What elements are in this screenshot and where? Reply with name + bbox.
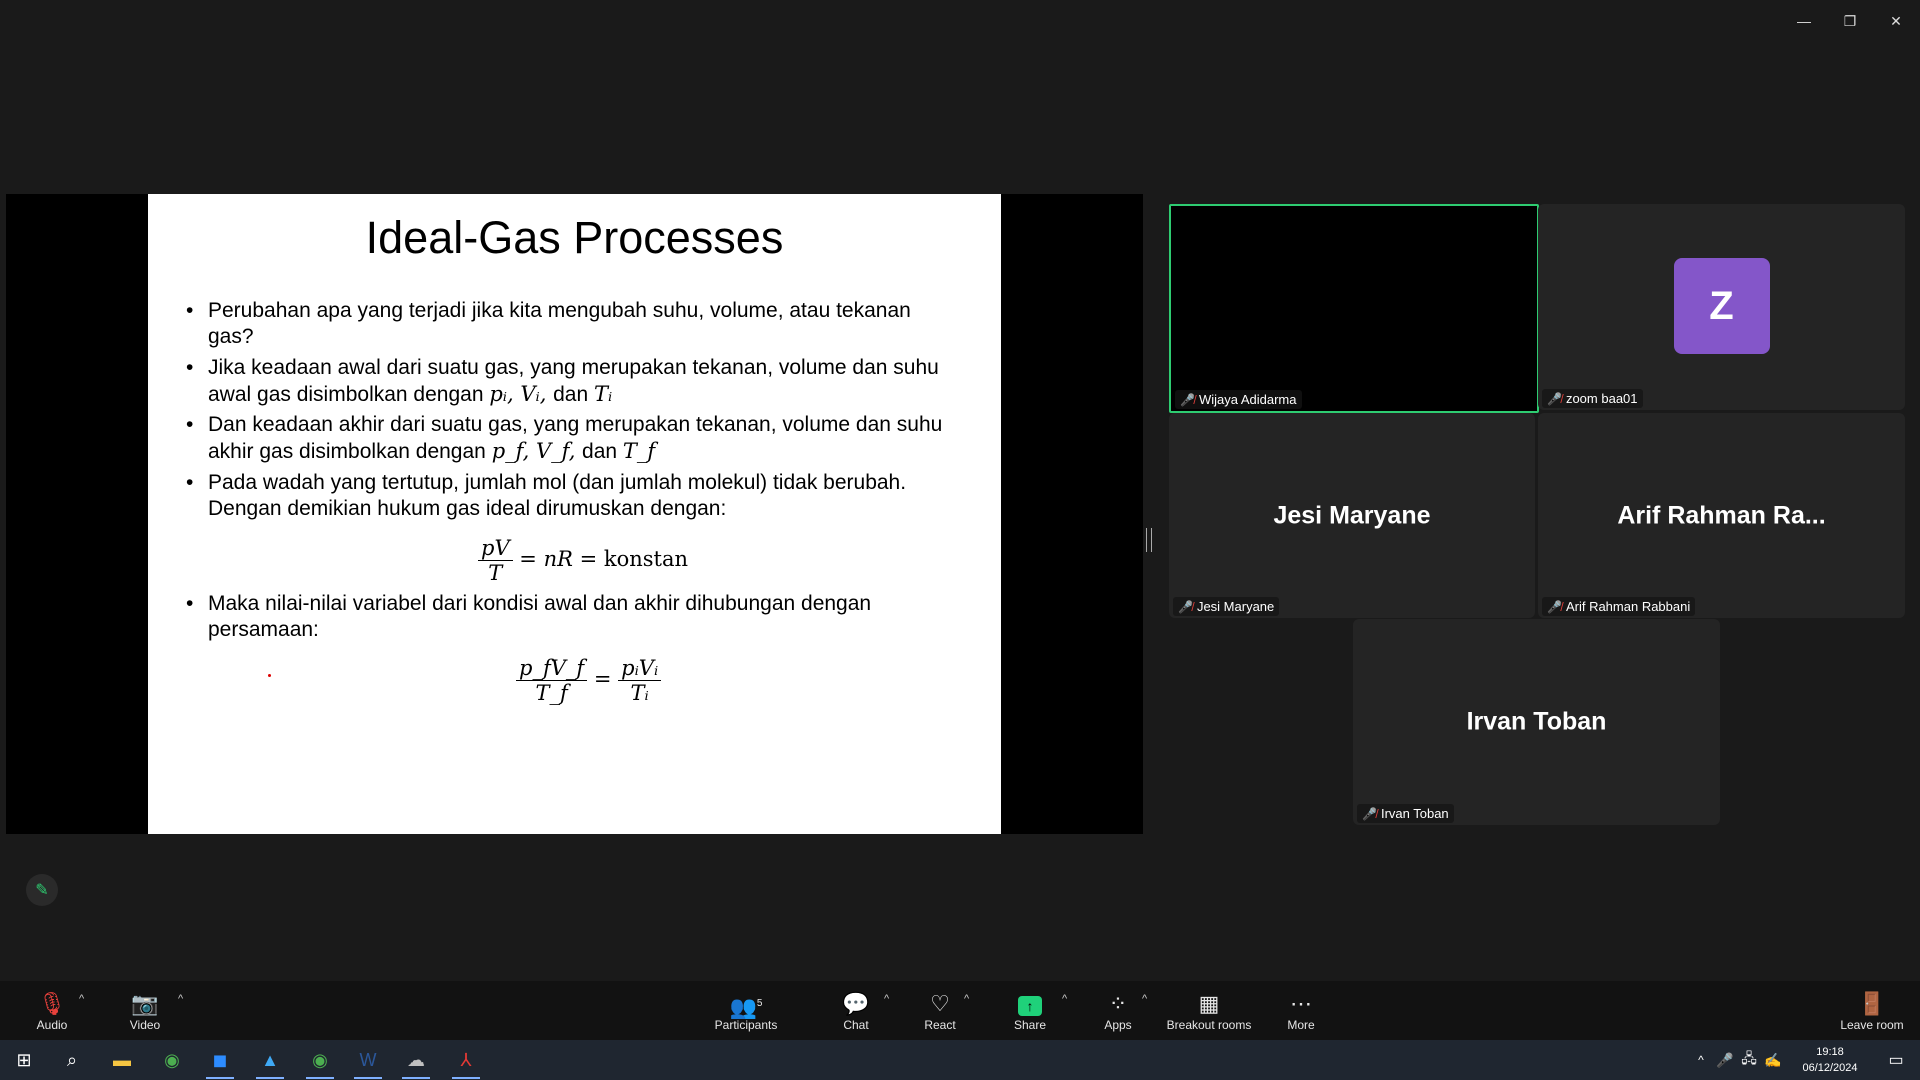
panel-resize-handle[interactable] bbox=[1146, 528, 1152, 552]
clock-date: 06/12/2024 bbox=[1802, 1062, 1858, 1074]
word-icon[interactable]: W bbox=[348, 1044, 388, 1079]
react-button[interactable]: ♡ React bbox=[920, 981, 960, 1040]
muted-mic-icon: 🎤̸ bbox=[1180, 392, 1195, 407]
leave-room-button[interactable]: 🚪 Leave room bbox=[1836, 981, 1908, 1040]
zoom-app-icon[interactable]: ◼ bbox=[200, 1044, 240, 1079]
network-icon[interactable]: 🖧 bbox=[1738, 1044, 1760, 1076]
chat-icon: 💬 bbox=[842, 990, 870, 1016]
presentation-slide: Ideal-Gas Processes • Perubahan apa yang… bbox=[148, 194, 1001, 834]
share-options-caret-icon[interactable]: ^ bbox=[1062, 993, 1067, 1005]
clock-time: 19:18 bbox=[1816, 1046, 1844, 1058]
app-icon-brain[interactable]: ☁ bbox=[396, 1044, 436, 1079]
windows-taskbar: ⊞ ⌕ ▬ ◉ ◼ ▲ ◉ W ☁ ⅄ ^ 🎤 🖧 ✍ 19:18 06/12/… bbox=[0, 1040, 1920, 1080]
audio-button[interactable]: 🎙 Audio bbox=[30, 981, 74, 1040]
avatar: Z bbox=[1673, 258, 1770, 354]
slide-title: Ideal-Gas Processes bbox=[365, 212, 784, 263]
leave-door-icon: 🚪 bbox=[1858, 990, 1886, 1016]
muted-mic-icon: 🎤̸ bbox=[1547, 599, 1562, 614]
participants-button[interactable]: 👥5 Participants bbox=[712, 981, 780, 1040]
participant-display-name: Irvan Toban bbox=[1466, 707, 1607, 736]
muted-mic-icon: 🎤̸ bbox=[1178, 599, 1193, 614]
laser-pointer-dot bbox=[268, 674, 271, 677]
close-button[interactable]: ✕ bbox=[1876, 10, 1916, 32]
chrome-icon[interactable]: ◉ bbox=[152, 1044, 192, 1076]
participant-name-tag: 🎤̸ Wijaya Adidarma bbox=[1175, 390, 1302, 409]
participants-count: 5 bbox=[756, 997, 763, 1009]
acrobat-icon[interactable]: ⅄ bbox=[446, 1044, 486, 1079]
muted-mic-icon: 🎤̸ bbox=[1362, 806, 1377, 821]
windows-start-icon[interactable]: ⊞ bbox=[4, 1044, 44, 1076]
audio-options-caret-icon[interactable]: ^ bbox=[79, 993, 84, 1005]
restore-button[interactable]: ❐ bbox=[1830, 10, 1870, 32]
participant-name-tag: 🎤̸ zoom baa01 bbox=[1542, 389, 1643, 408]
video-tile-wijaya[interactable]: 🎤̸ Wijaya Adidarma bbox=[1169, 204, 1539, 413]
apps-icon: ⁘ bbox=[1108, 990, 1128, 1016]
video-button[interactable]: 📷 Video bbox=[120, 981, 170, 1040]
search-icon[interactable]: ⌕ bbox=[52, 1044, 92, 1076]
react-options-caret-icon[interactable]: ^ bbox=[964, 993, 969, 1005]
video-tile-zoom-baa01[interactable]: Z 🎤̸ zoom baa01 bbox=[1538, 204, 1905, 410]
heart-icon: ♡ bbox=[930, 990, 950, 1016]
more-icon: ⋯ bbox=[1290, 990, 1312, 1016]
notification-icon[interactable]: ▭ bbox=[1876, 1044, 1916, 1076]
share-screen-icon: ↑ bbox=[1018, 990, 1042, 1018]
microphone-icon[interactable]: 🎤 bbox=[1714, 1044, 1736, 1076]
app-icon-a[interactable]: ▲ bbox=[250, 1044, 290, 1079]
breakout-rooms-icon: ▦ bbox=[1198, 990, 1220, 1016]
video-options-caret-icon[interactable]: ^ bbox=[178, 993, 183, 1005]
meeting-toolbar: 🎙 Audio ^ 📷 Video ^ 👥5 Participants 💬 Ch… bbox=[0, 981, 1920, 1040]
more-button[interactable]: ⋯ More bbox=[1280, 981, 1322, 1040]
participant-name-tag: 🎤̸ Jesi Maryane bbox=[1173, 597, 1280, 616]
chat-options-caret-icon[interactable]: ^ bbox=[884, 993, 889, 1005]
apps-options-caret-icon[interactable]: ^ bbox=[1142, 993, 1147, 1005]
muted-mic-icon: 🎙 bbox=[38, 990, 66, 1016]
chat-button[interactable]: 💬 Chat bbox=[836, 981, 876, 1040]
breakout-rooms-button[interactable]: ▦ Breakout rooms bbox=[1164, 981, 1254, 1040]
muted-mic-icon: 🎤̸ bbox=[1547, 391, 1562, 406]
ideal-gas-equation: pV T = nR = konstan bbox=[478, 536, 688, 585]
participant-name-tag: 🎤̸ Irvan Toban bbox=[1357, 804, 1454, 823]
file-explorer-icon[interactable]: ▬ bbox=[102, 1044, 142, 1076]
apps-button[interactable]: ⁘ Apps bbox=[1098, 981, 1138, 1040]
participant-display-name: Jesi Maryane bbox=[1273, 501, 1431, 529]
participant-name-tag: 🎤̸ Arif Rahman Rabbani bbox=[1542, 597, 1696, 616]
clock[interactable]: 19:18 06/12/2024 bbox=[1790, 1044, 1870, 1076]
annotate-pencil-icon[interactable]: ✎ bbox=[26, 874, 58, 906]
participant-display-name: Arif Rahman Ra... bbox=[1617, 501, 1826, 529]
share-button[interactable]: ↑ Share bbox=[1008, 981, 1052, 1040]
video-tile-irvan[interactable]: Irvan Toban 🎤̸ Irvan Toban bbox=[1353, 619, 1720, 825]
combined-gas-equation: p_fV_f T_f = pᵢVᵢ Tᵢ bbox=[516, 656, 662, 705]
tray-chevron-icon[interactable]: ^ bbox=[1690, 1044, 1712, 1076]
video-off-icon: 📷 bbox=[131, 990, 159, 1016]
chrome-profile-icon[interactable]: ◉ bbox=[300, 1044, 340, 1079]
participants-icon: 👥5 bbox=[729, 993, 763, 1019]
minimize-button[interactable]: — bbox=[1784, 10, 1824, 32]
video-tile-jesi[interactable]: Jesi Maryane 🎤̸ Jesi Maryane bbox=[1169, 413, 1535, 618]
pen-icon[interactable]: ✍ bbox=[1762, 1044, 1784, 1076]
video-tile-arif[interactable]: Arif Rahman Ra... 🎤̸ Arif Rahman Rabbani bbox=[1538, 413, 1905, 618]
